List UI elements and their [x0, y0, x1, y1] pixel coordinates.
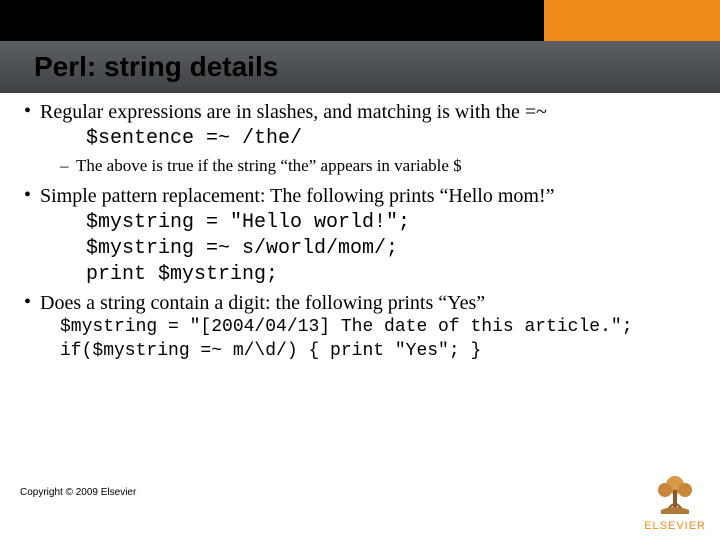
copyright-text: Copyright © 2009 Elsevier [20, 487, 136, 498]
elsevier-logo: ELSEVIER [644, 470, 706, 532]
bullet-item: Simple pattern replacement: The followin… [20, 184, 690, 289]
content-area: Regular expressions are in slashes, and … [20, 100, 690, 366]
code-line: $mystring = "[2004/04/13] The date of th… [60, 316, 690, 340]
header-orange-block [544, 0, 720, 41]
bullet-item: Regular expressions are in slashes, and … [20, 100, 690, 176]
code-line: $sentence =~ /the/ [86, 126, 690, 152]
slide-title: Perl: string details [34, 51, 278, 83]
bullet-text: Does a string contain a digit: the follo… [40, 291, 690, 317]
bullet-text: Simple pattern replacement: The followin… [40, 184, 690, 210]
code-line: $mystring =~ s/world/mom/; [86, 236, 690, 262]
bullet-list: Regular expressions are in slashes, and … [20, 100, 690, 364]
sub-bullet-text: The above is true if the string “the” ap… [60, 156, 690, 176]
code-line: if($mystring =~ m/\d/) { print "Yes"; } [60, 340, 690, 364]
code-line: print $mystring; [86, 262, 690, 288]
code-line: $mystring = "Hello world!"; [86, 210, 690, 236]
bullet-item: Does a string contain a digit: the follo… [20, 291, 690, 364]
tree-icon [651, 470, 699, 518]
title-bar: Perl: string details [0, 41, 720, 93]
bullet-text: Regular expressions are in slashes, and … [40, 100, 690, 126]
logo-label: ELSEVIER [644, 520, 706, 532]
sub-list: The above is true if the string “the” ap… [60, 156, 690, 176]
slide: Perl: string details Regular expressions… [0, 0, 720, 540]
